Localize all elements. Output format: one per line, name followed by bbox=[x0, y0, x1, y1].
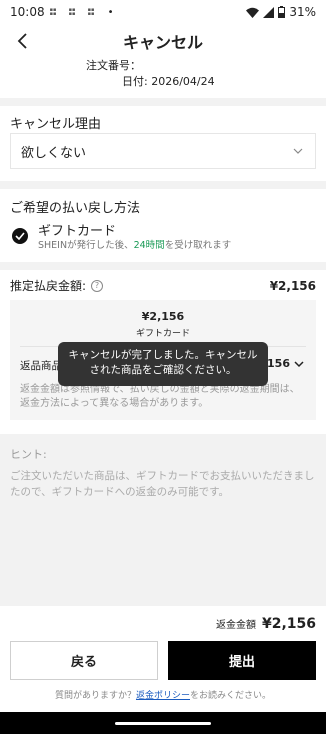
notification-icon: ▪▪ ▪▪ bbox=[68, 7, 76, 17]
back-button[interactable] bbox=[10, 28, 34, 54]
order-number-label: 注文番号： bbox=[86, 59, 141, 72]
system-nav-bar bbox=[0, 712, 326, 734]
signal-icon bbox=[263, 6, 275, 18]
status-right: 31% bbox=[246, 5, 316, 19]
refund-total-row: 返金金額 ¥2,156 bbox=[10, 616, 316, 632]
refund-note: 返金金額は参照情報で、払い戻しの金額と実際の返金期間は、返金方法によって異なる場… bbox=[20, 384, 300, 409]
home-handle[interactable] bbox=[115, 721, 211, 725]
footer-suffix: をお読みください。 bbox=[190, 691, 272, 701]
section-divider bbox=[0, 262, 326, 270]
hint-text: ご注文いただいた商品は、ギフトカードでお支払いいただきましたので、ギフトカードへ… bbox=[10, 470, 315, 498]
estimated-refund-label: 推定払戻金額: bbox=[10, 279, 87, 293]
footer-note: 質問がありますか？返金ポリシーをお読みください。 bbox=[0, 688, 326, 701]
wifi-icon bbox=[246, 7, 260, 18]
hint-title: ヒント: bbox=[10, 448, 47, 461]
page-title: キャンセル bbox=[122, 33, 203, 52]
order-date: 日付: 2026/04/24 bbox=[122, 75, 215, 88]
cancel-reason-title: キャンセル理由 bbox=[10, 117, 102, 132]
chevron-left-icon bbox=[17, 33, 27, 49]
toast-message: キャンセルが完了しました。キャンセルされた商品をご確認ください。 bbox=[58, 342, 268, 386]
battery-icon bbox=[278, 6, 286, 18]
hint-section: ヒント: ご注文いただいた商品は、ギフトカードでお支払いいただきましたので、ギフ… bbox=[0, 434, 326, 606]
order-info: 注文番号： 日付: 2026/04/24 bbox=[86, 58, 215, 90]
section-divider bbox=[0, 98, 326, 106]
refund-policy-link[interactable]: 返金ポリシー bbox=[136, 691, 190, 701]
breakdown-method: ギフトカード bbox=[135, 329, 190, 339]
refund-option-desc: SHEINが発行した後、24時間を受け取れます bbox=[38, 237, 231, 251]
desc-prefix: SHEINが発行した後、 bbox=[38, 240, 134, 251]
estimated-refund-row: 推定払戻金額: ? ¥2,156 bbox=[10, 277, 316, 294]
battery-percent: 31% bbox=[289, 5, 316, 19]
help-icon[interactable]: ? bbox=[91, 279, 104, 292]
notification-icon: ▪▪ ▪▪ bbox=[49, 7, 57, 17]
notification-dot-icon: • bbox=[107, 6, 114, 18]
refund-total-label: 返金金額 bbox=[215, 620, 256, 631]
refund-option-giftcard[interactable]: ギフトカード SHEINが発行した後、24時間を受け取れます bbox=[10, 220, 316, 252]
back-action-button[interactable]: 戻る bbox=[10, 641, 158, 680]
notification-icon: ▪▪ ▪▪ bbox=[87, 7, 95, 17]
chevron-down-icon bbox=[293, 148, 303, 154]
cancel-reason-select[interactable]: 欲しくない bbox=[10, 133, 316, 169]
check-icon[interactable] bbox=[12, 228, 28, 244]
status-bar: 10:08 ▪▪ ▪▪ ▪▪ ▪▪ ▪▪ ▪▪ • 31% bbox=[0, 0, 326, 24]
breakdown-amount: ¥2,156 bbox=[141, 310, 185, 323]
refund-total-value: ¥2,156 bbox=[261, 616, 316, 632]
desc-highlight: 24時間 bbox=[133, 240, 165, 251]
submit-button[interactable]: 提出 bbox=[168, 641, 316, 680]
header: キャンセル bbox=[0, 24, 326, 58]
estimated-refund-value: ¥2,156 bbox=[269, 278, 316, 293]
section-divider bbox=[0, 181, 326, 189]
footer-prefix: 質問がありますか？ bbox=[54, 691, 136, 701]
cancel-reason-value: 欲しくない bbox=[21, 145, 87, 161]
chevron-down-icon bbox=[294, 360, 304, 367]
status-time: 10:08 bbox=[10, 5, 45, 19]
refund-method-title: ご希望の払い戻し方法 bbox=[10, 201, 141, 216]
desc-suffix: を受け取れます bbox=[164, 240, 232, 251]
